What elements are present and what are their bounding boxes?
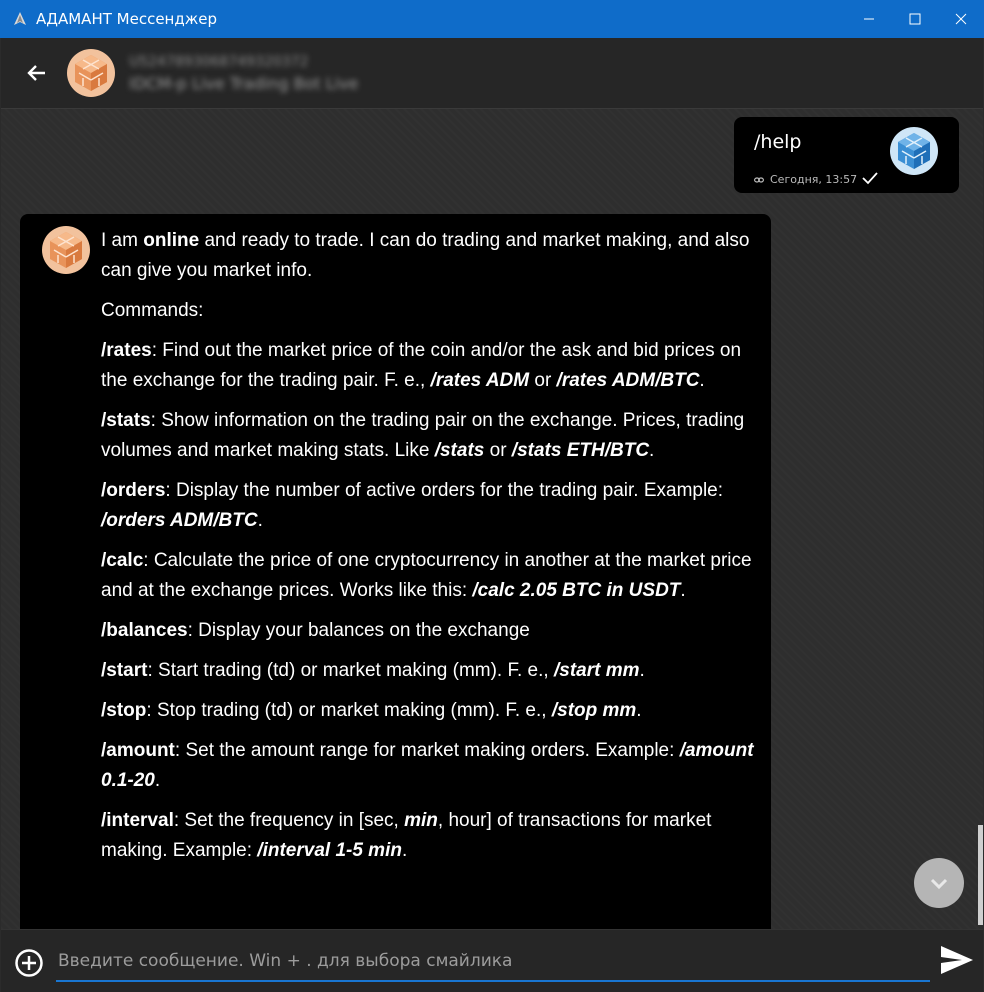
outgoing-message[interactable]: /help Сегодня, 13:57: [734, 117, 959, 193]
chat-info: U5247893068749320372 IDCM-p Live Trading…: [129, 54, 358, 93]
window-title: АДАМАНТ Мессенджер: [36, 10, 217, 28]
command-interval: /interval: Set the frequency in [sec, mi…: [101, 810, 712, 861]
close-icon: [955, 13, 967, 25]
maximize-button[interactable]: [892, 0, 938, 38]
minimize-icon: [864, 18, 874, 20]
chat-address: U5247893068749320372: [129, 53, 309, 70]
message-timestamp: Сегодня, 13:57: [770, 173, 858, 186]
command-orders: /orders: Display the number of active or…: [101, 480, 724, 531]
chat-header: U5247893068749320372 IDCM-p Live Trading…: [1, 38, 983, 109]
message-body: I am online and ready to trade. I can do…: [101, 226, 756, 876]
arrow-left-icon: [27, 65, 45, 81]
plus-circle-icon[interactable]: [14, 948, 44, 978]
command-amount: /amount: Set the amount range for market…: [101, 740, 754, 791]
intro-paragraph: I am online and ready to trade. I can do…: [101, 230, 750, 281]
chat-name: IDCM-p Live Trading Bot Live: [129, 73, 359, 93]
message-input[interactable]: [56, 942, 930, 982]
chevron-down-icon: [930, 878, 948, 890]
command-stats: /stats: Show information on the trading …: [101, 410, 745, 461]
link-icon: [754, 176, 764, 183]
check-icon: [862, 172, 878, 185]
back-button[interactable]: [21, 57, 53, 89]
command-start: /start: Start trading (td) or market mak…: [101, 660, 645, 681]
adamant-icon: [14, 12, 26, 25]
scroll-down-button[interactable]: [914, 858, 964, 908]
command-rates: /rates: Find out the market price of the…: [101, 340, 742, 391]
minimize-button[interactable]: [846, 0, 892, 38]
incoming-message[interactable]: I am online and ready to trade. I can do…: [20, 214, 771, 929]
message-text: /help: [754, 131, 802, 153]
bot-avatar[interactable]: [42, 226, 90, 274]
command-calc: /calc: Calculate the price of one crypto…: [101, 550, 752, 601]
commands-heading: Commands:: [101, 300, 204, 321]
messages-area[interactable]: /help Сегодня, 13:57 I am online and rea…: [1, 109, 983, 929]
close-button[interactable]: [938, 0, 984, 38]
scrollbar-thumb[interactable]: [978, 825, 983, 925]
maximize-icon: [909, 13, 921, 25]
user-avatar[interactable]: [890, 127, 938, 175]
send-icon: [941, 946, 973, 974]
window-titlebar: АДАМАНТ Мессенджер: [0, 0, 984, 38]
command-stop: /stop: Stop trading (td) or market makin…: [101, 700, 642, 721]
send-button[interactable]: [939, 942, 975, 978]
window-controls: [846, 0, 984, 38]
command-balances: /balances: Display your balances on the …: [101, 620, 530, 641]
message-input-bar: [1, 929, 983, 992]
message-meta: Сегодня, 13:57: [754, 173, 857, 186]
bot-avatar[interactable]: [67, 49, 115, 97]
